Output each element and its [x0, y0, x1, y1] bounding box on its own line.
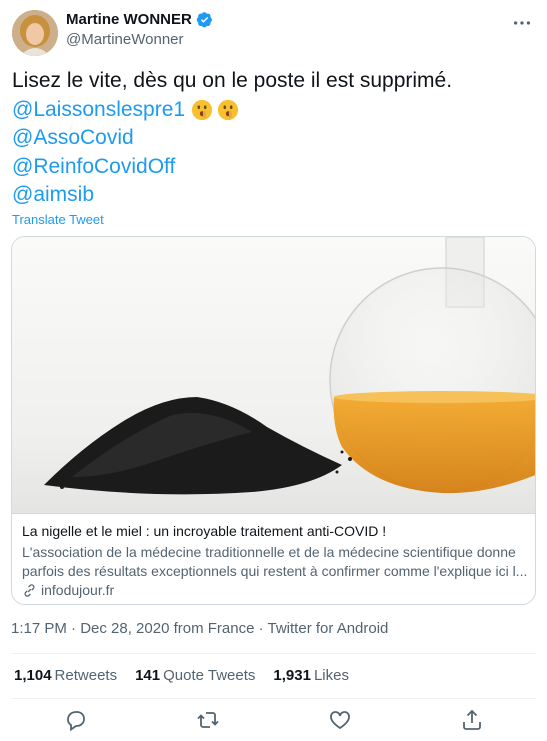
mention-link[interactable]: @AssoCovid: [12, 124, 134, 153]
link-card[interactable]: La nigelle et le miel : un incroyable tr…: [11, 236, 536, 605]
more-options-icon[interactable]: [511, 12, 533, 34]
mention-link[interactable]: @ReinfoCovidOff: [12, 153, 175, 182]
card-body: La nigelle et le miel : un incroyable tr…: [12, 513, 535, 604]
reply-icon[interactable]: [64, 708, 88, 732]
shushing-face-icon: [217, 99, 239, 120]
retweets-stat[interactable]: 1,104 Retweets: [14, 667, 117, 684]
divider: [11, 653, 536, 654]
mention-link[interactable]: @Laissonslespre1: [12, 96, 185, 125]
share-icon[interactable]: [460, 708, 484, 732]
card-description-line: L'association de la médecine traditionne…: [22, 544, 516, 560]
card-image: [12, 237, 535, 513]
likes-label: Likes: [313, 667, 349, 684]
verified-badge-icon: [196, 12, 212, 28]
avatar[interactable]: [12, 10, 58, 56]
translate-tweet-link[interactable]: Translate Tweet: [12, 212, 104, 227]
link-icon: [24, 583, 35, 597]
tweet-stats: 1,104 Retweets 141 Quote Tweets 1,931 Likes: [14, 667, 367, 684]
card-title: La nigelle et le miel : un incroyable tr…: [22, 523, 387, 539]
tweet-timestamp[interactable]: 1:17 PM · Dec 28, 2020 from France ·: [11, 620, 268, 637]
retweet-icon[interactable]: [196, 708, 220, 732]
author-handle[interactable]: @MartineWonner: [66, 31, 184, 48]
tweet-text: Lisez le vite, dès qu on le poste il est…: [12, 67, 532, 210]
author-name[interactable]: Martine WONNER: [66, 11, 192, 28]
tweet-text-line: Lisez le vite, dès qu on le poste il est…: [12, 69, 453, 92]
tweet-actions: [0, 706, 547, 736]
author-row[interactable]: Martine WONNER: [66, 11, 213, 28]
divider: [11, 698, 536, 699]
likes-count: 1,931: [273, 667, 311, 684]
card-domain: infodujour.fr: [22, 582, 114, 598]
quote-tweets-count: 141: [135, 667, 161, 684]
card-description-line: parfois des résultats exceptionnels qui …: [22, 563, 527, 579]
mention-link[interactable]: @aimsib: [12, 181, 94, 210]
likes-stat[interactable]: 1,931 Likes: [273, 667, 349, 684]
card-description: L'association de la médecine traditionne…: [22, 543, 527, 581]
shushing-face-icon: [191, 99, 213, 120]
quote-tweets-stat[interactable]: 141 Quote Tweets: [135, 667, 255, 684]
tweet-meta: 1:17 PM · Dec 28, 2020 from France · Twi…: [11, 620, 388, 637]
quote-tweets-label: Quote Tweets: [163, 667, 256, 684]
card-domain-text: infodujour.fr: [41, 582, 115, 598]
retweets-label: Retweets: [54, 667, 118, 684]
like-icon[interactable]: [328, 708, 352, 732]
tweet-source-link[interactable]: Twitter for Android: [268, 620, 389, 637]
retweets-count: 1,104: [14, 667, 52, 684]
